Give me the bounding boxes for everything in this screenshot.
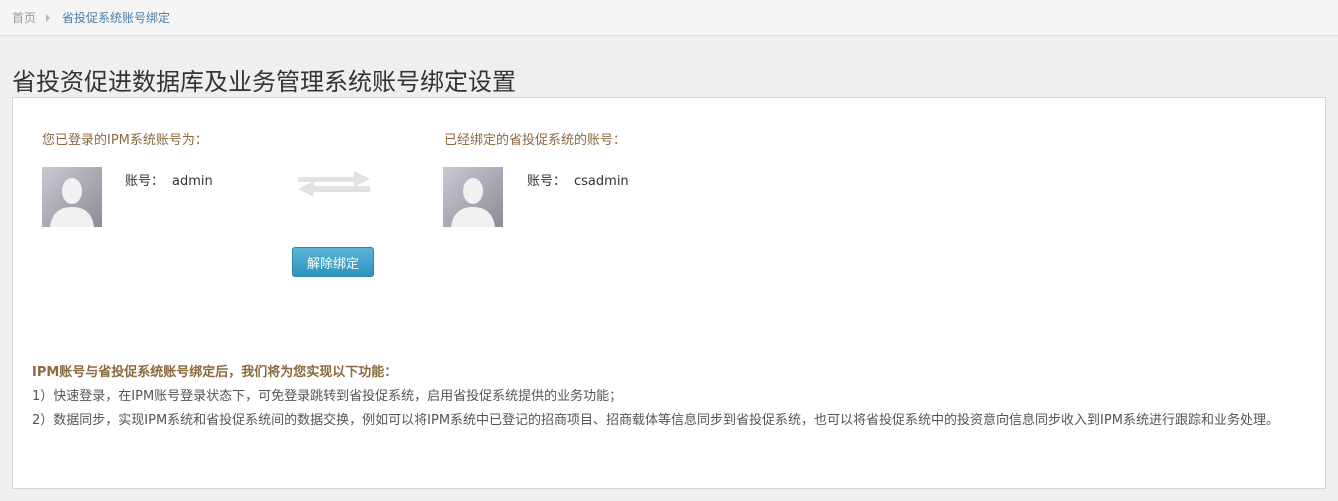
notes-item-quick-login: 1）快速登录，在IPM账号登录状态下，可免登录跳转到省投促系统，启用省投促系统提… (32, 389, 623, 404)
unbind-button[interactable]: 解除绑定 (292, 247, 374, 277)
ipm-account-key: 账号： (125, 174, 165, 189)
binding-panel: 您已登录的IPM系统账号为： 账号： admin 已经绑定的省投促系统的账号： (12, 97, 1326, 489)
breadcrumb-home-link[interactable]: 首页 (12, 9, 36, 26)
notes-item-data-sync: 2）数据同步，实现IPM系统和省投促系统间的数据交换，例如可以将IPM系统中已登… (32, 413, 1279, 428)
feature-notes: IPM账号与省投促系统账号绑定后，我们将为您实现以下功能： 1）快速登录，在IP… (32, 361, 1312, 433)
breadcrumb-current[interactable]: 省投促系统账号绑定 (62, 9, 170, 26)
ipm-account-label: 您已登录的IPM系统账号为： (42, 133, 208, 148)
bound-account-label: 已经绑定的省投促系统的账号： (444, 133, 627, 148)
bound-account-info: 账号： csadmin (527, 170, 629, 189)
ipm-account-value: admin (172, 174, 213, 189)
bound-avatar-icon (443, 167, 503, 227)
breadcrumb: 首页 省投促系统账号绑定 (0, 0, 1338, 36)
bound-account-value: csadmin (574, 174, 629, 189)
bound-account-key: 账号： (527, 174, 567, 189)
breadcrumb-separator-icon (46, 13, 51, 22)
ipm-account-info: 账号： admin (125, 170, 213, 189)
notes-title: IPM账号与省投促系统账号绑定后，我们将为您实现以下功能： (32, 365, 398, 380)
exchange-arrows-icon (296, 168, 372, 202)
page-title: 省投资促进数据库及业务管理系统账号绑定设置 (12, 68, 516, 96)
ipm-avatar-icon (42, 167, 102, 227)
